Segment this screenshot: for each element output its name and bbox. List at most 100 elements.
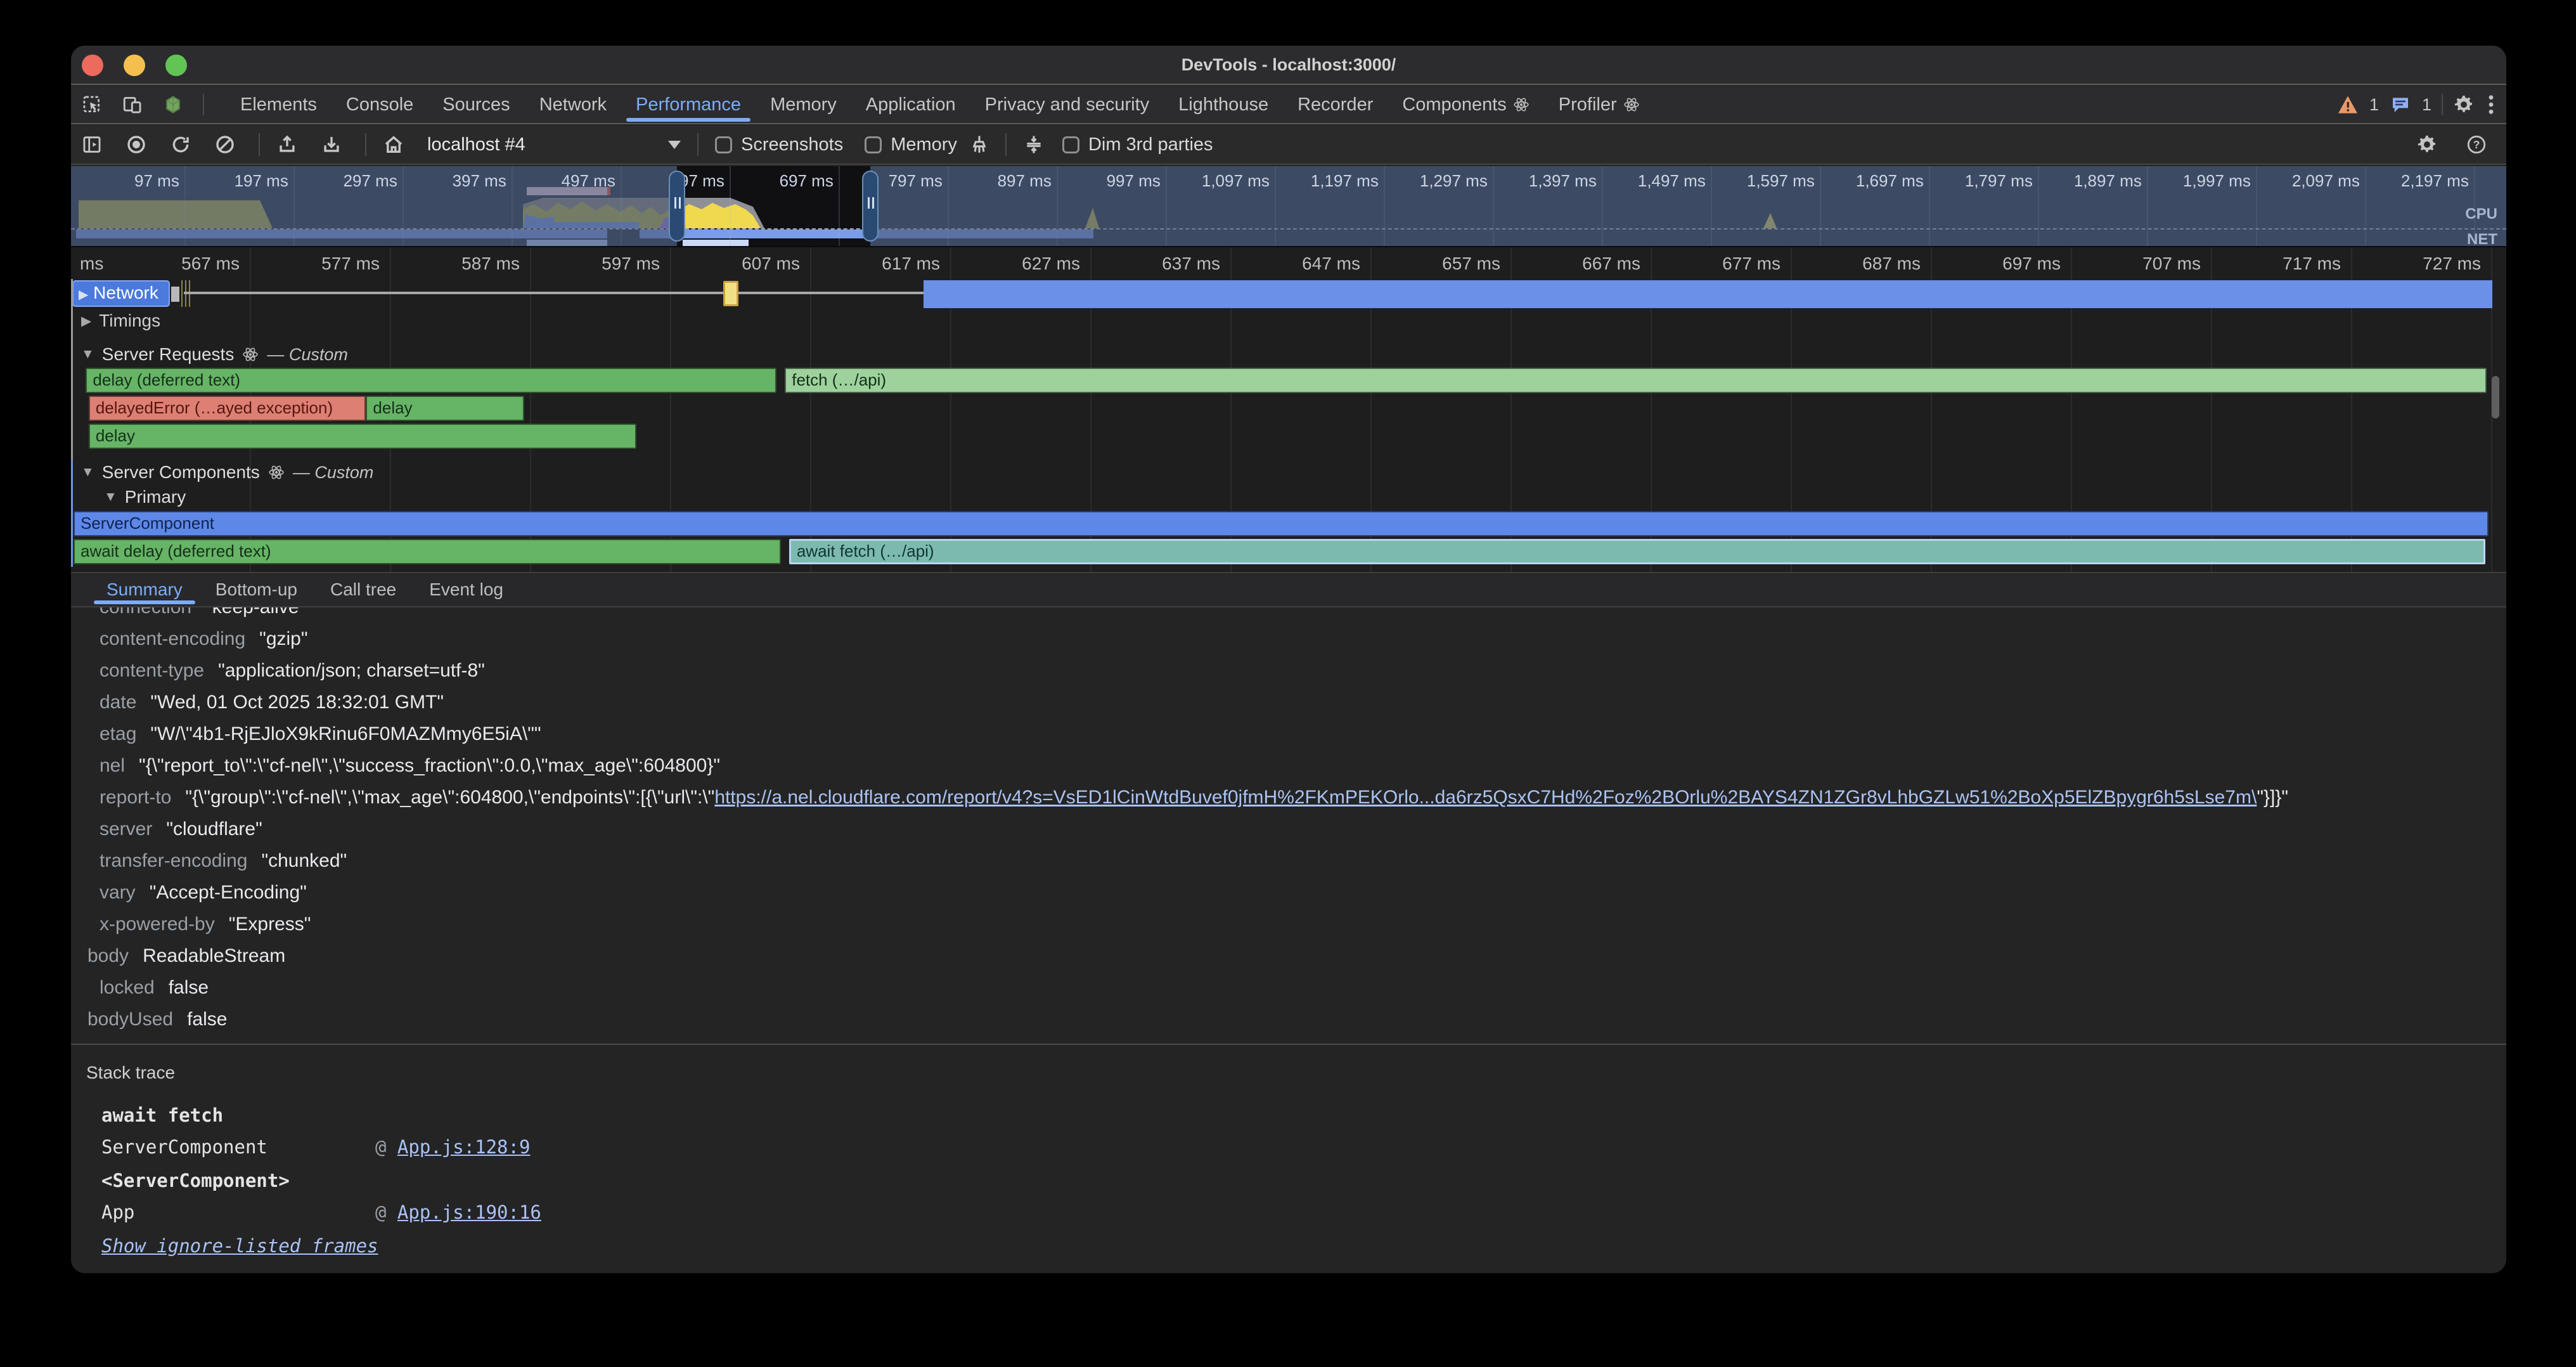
flame-bar-delayederror-ayed-exception[interactable]: delayedError (…ayed exception): [89, 396, 366, 421]
tab-network[interactable]: Network: [525, 86, 621, 123]
warning-icon[interactable]: [2336, 94, 2359, 115]
ruler-time-label: 597 ms: [602, 254, 660, 274]
stack-entry[interactable]: ServerComponent@ App.js:128:9: [101, 1131, 530, 1163]
frame-source-link[interactable]: App.js:190:16: [397, 1202, 541, 1223]
collapse-flame-icon[interactable]: [1023, 134, 1045, 155]
flame-bar-await-fetch-api[interactable]: await fetch (…/api): [789, 539, 2485, 564]
screenshots-checkbox[interactable]: [715, 136, 732, 153]
kebab-menu-icon[interactable]: [2485, 94, 2497, 115]
flame-bar-delay-deferred-text[interactable]: delay (deferred text): [86, 368, 776, 393]
tab-bottom-up[interactable]: Bottom-up: [199, 573, 314, 606]
garbage-collect-icon[interactable]: [969, 134, 990, 155]
tab-components[interactable]: Components: [1388, 86, 1543, 123]
tab-memory[interactable]: Memory: [756, 86, 851, 123]
dim-3rd-parties-checkbox[interactable]: [1062, 136, 1079, 153]
overview-time-label: 497 ms: [562, 171, 615, 191]
track-label-server-requests[interactable]: ▼ Server Requests — Custom: [81, 344, 348, 365]
tab-label: Console: [346, 86, 413, 123]
tab-console[interactable]: Console: [332, 86, 428, 123]
overview-time-label: 97 ms: [134, 171, 179, 191]
device-toolbar-icon[interactable]: [122, 94, 143, 115]
tab-label: Lighthouse: [1178, 86, 1268, 123]
load-profile-icon[interactable]: [276, 134, 298, 155]
property-key: content-type: [100, 660, 204, 681]
stack-trace-title: Stack trace: [86, 1063, 175, 1083]
settings-gear-icon[interactable]: [2453, 94, 2475, 115]
property-key: vary: [100, 882, 136, 903]
overview-time-label: 1,697 ms: [1856, 171, 1924, 191]
extension-icon[interactable]: [162, 94, 184, 115]
stack-entry[interactable]: App@ App.js:190:16: [101, 1196, 541, 1228]
home-icon[interactable]: [383, 134, 404, 155]
tab-sources[interactable]: Sources: [428, 86, 524, 123]
help-icon[interactable]: ?: [2466, 134, 2487, 155]
property-value: "Accept-Encoding": [150, 882, 307, 903]
overview-left-handle[interactable]: [669, 171, 685, 242]
property-row-body: bodyReadableStream: [71, 940, 2506, 972]
flame-bar-delay[interactable]: delay: [89, 424, 636, 449]
tab-summary[interactable]: Summary: [90, 573, 199, 606]
property-key: x-powered-by: [100, 914, 215, 935]
clear-icon[interactable]: [214, 134, 236, 155]
frame-function-name: App: [101, 1196, 375, 1228]
tab-label: Elements: [240, 86, 317, 123]
save-profile-icon[interactable]: [321, 134, 342, 155]
network-selected-request[interactable]: [723, 281, 738, 306]
issues-message-icon[interactable]: [2389, 94, 2412, 115]
property-value: "}]}": [2257, 787, 2288, 808]
memory-checkbox[interactable]: [865, 136, 882, 153]
stack-entry[interactable]: Show ignore-listed frames: [101, 1230, 378, 1262]
frame-source-link[interactable]: App.js:128:9: [397, 1136, 531, 1158]
overview-right-handle[interactable]: [862, 171, 879, 242]
tab-call-tree[interactable]: Call tree: [314, 573, 413, 606]
dim-3rd-parties-label[interactable]: Dim 3rd parties: [1088, 134, 1213, 155]
overview-gridline: [730, 166, 731, 246]
reload-record-icon[interactable]: [170, 134, 191, 155]
property-key: report-to: [100, 787, 171, 808]
tab-privacy-and-security[interactable]: Privacy and security: [970, 86, 1164, 123]
toggle-sidebar-icon[interactable]: [81, 134, 103, 155]
tab-elements[interactable]: Elements: [226, 86, 332, 123]
panel-settings-gear-icon[interactable]: [2416, 134, 2438, 155]
flame-bar-await-delay-deferred-text[interactable]: await delay (deferred text): [74, 539, 781, 564]
summary-pane: connection"keep-alive"content-encoding"g…: [71, 607, 2506, 1044]
tab-profiler[interactable]: Profiler: [1544, 86, 1654, 123]
inspect-element-icon[interactable]: [81, 94, 103, 115]
tab-recorder[interactable]: Recorder: [1283, 86, 1388, 123]
ruler-time-label: 607 ms: [742, 254, 800, 274]
overview-time-label: 1,197 ms: [1311, 171, 1379, 191]
network-request-bar[interactable]: [924, 280, 2492, 308]
tab-performance[interactable]: Performance: [621, 86, 756, 123]
record-icon[interactable]: [126, 134, 147, 155]
track-label-timings[interactable]: ▶Timings: [81, 311, 160, 331]
network-resize-handle[interactable]: [171, 287, 179, 302]
flame-bar-servercomponent[interactable]: ServerComponent: [74, 511, 2489, 536]
memory-label[interactable]: Memory: [891, 134, 957, 155]
flame-bar-fetch-api[interactable]: fetch (…/api): [785, 368, 2487, 393]
property-value: ReadableStream: [143, 945, 285, 966]
property-value: "{\"group\":\"cf-nel\",\"max_age\":60480…: [185, 787, 714, 808]
track-label-network[interactable]: ▶ Network: [72, 280, 170, 307]
tab-event-log[interactable]: Event log: [413, 573, 520, 606]
profile-select[interactable]: localhost #4: [427, 134, 681, 155]
screenshots-label[interactable]: Screenshots: [741, 134, 843, 155]
property-row-x-powered-by: x-powered-by"Express": [71, 909, 2506, 940]
overview-time-label: 1,897 ms: [2074, 171, 2142, 191]
track-label-server-components[interactable]: ▼ Server Components — Custom: [81, 462, 373, 483]
tab-lighthouse[interactable]: Lighthouse: [1164, 86, 1283, 123]
property-value: "W/\"4b1-RjEJloX9kRinu6F0MAZMmy6E5iA\"": [150, 723, 541, 744]
timeline-overview[interactable]: CPU NET 97 ms197 ms297 ms397 ms497 ms597…: [71, 166, 2506, 246]
show-ignore-listed-frames-link[interactable]: Show ignore-listed frames: [101, 1235, 378, 1257]
overview-time-label: 2,197 ms: [2401, 171, 2469, 191]
report-to-url-link[interactable]: https://a.nel.cloudflare.com/report/v4?s…: [714, 787, 2257, 808]
scrollbar-thumb[interactable]: [2492, 376, 2499, 418]
overview-time-label: 1,097 ms: [1202, 171, 1270, 191]
flame-chart[interactable]: ms 567 ms577 ms587 ms597 ms607 ms617 ms6…: [71, 246, 2506, 572]
network-tick: [181, 280, 183, 307]
ruler-time-label: 717 ms: [2283, 254, 2341, 274]
flame-bar-delay[interactable]: delay: [366, 396, 524, 421]
tab-label: Memory: [770, 86, 837, 123]
tab-application[interactable]: Application: [851, 86, 970, 123]
divider: [203, 94, 204, 115]
track-label-primary[interactable]: ▼ Primary: [104, 487, 186, 507]
